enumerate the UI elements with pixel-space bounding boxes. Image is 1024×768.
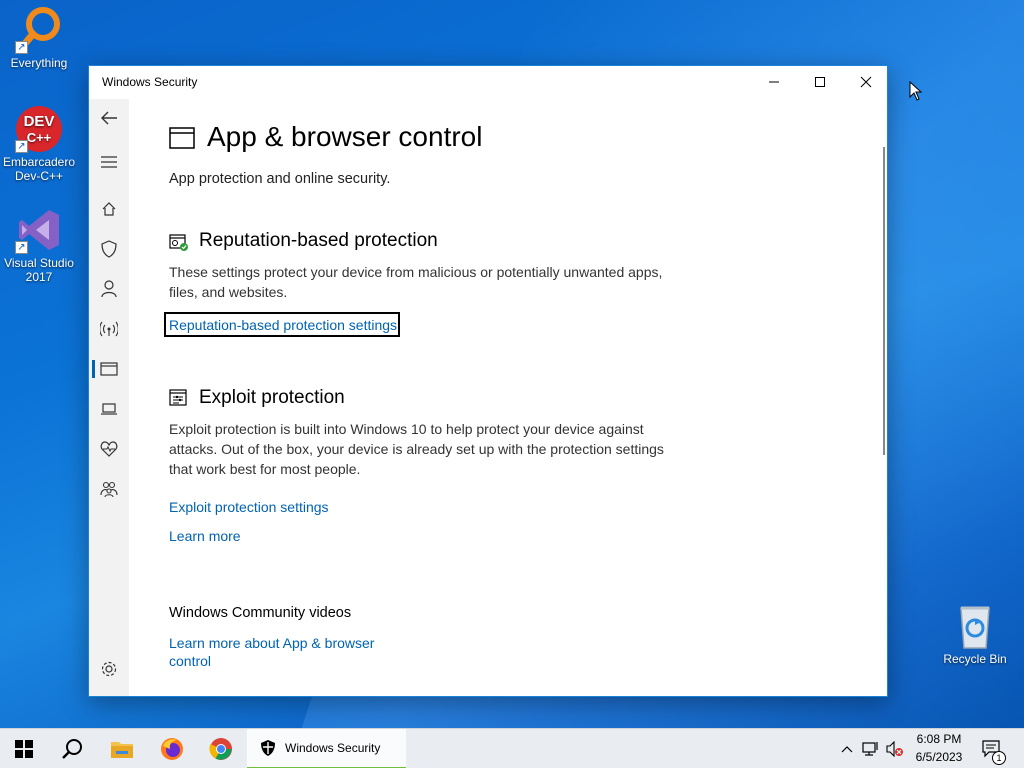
taskbar-firefox[interactable] <box>148 729 196 768</box>
page-subtitle: App protection and online security. <box>169 171 391 187</box>
firefox-icon <box>161 738 183 760</box>
everything-icon: ↗ <box>15 6 63 54</box>
close-button[interactable] <box>843 66 889 98</box>
taskbar: Windows Security 6:08 PM 6/5/2023 1 <box>0 728 1024 768</box>
windows-security-window: Windows Security App & browser control A… <box>88 65 888 697</box>
nav-family-options[interactable] <box>89 471 129 507</box>
title-bar[interactable]: Windows Security <box>89 66 887 99</box>
windows-security-shield-icon <box>261 740 275 756</box>
desktop-icon-recycle-bin[interactable]: Recycle Bin <box>936 602 1014 666</box>
taskbar-clock-date[interactable]: 6/5/2023 <box>906 750 972 764</box>
window-title: Windows Security <box>102 75 198 89</box>
search-button[interactable] <box>48 729 96 768</box>
desktop-icon-label: Embarcadero Dev-C++ <box>2 155 76 183</box>
vertical-scrollbar[interactable] <box>883 147 885 455</box>
home-icon <box>102 202 116 216</box>
app-window-icon <box>100 362 118 376</box>
maximize-button[interactable] <box>797 66 843 98</box>
notification-count-badge: 1 <box>992 751 1006 765</box>
shortcut-arrow-icon: ↗ <box>15 140 28 153</box>
nav-settings[interactable] <box>89 651 129 687</box>
volume-muted-icon <box>886 741 903 757</box>
hamburger-menu-button[interactable] <box>89 144 129 180</box>
nav-virus-protection[interactable] <box>89 231 129 267</box>
nav-device-security[interactable] <box>89 391 129 427</box>
chrome-icon <box>209 738 232 760</box>
desktop-icon-everything[interactable]: ↗ Everything <box>0 6 78 70</box>
visual-studio-icon: ↗ <box>15 206 63 254</box>
show-hidden-icons-button[interactable] <box>836 729 858 768</box>
shortcut-arrow-icon: ↗ <box>15 41 28 54</box>
desktop-icon-label: Visual Studio 2017 <box>4 256 74 284</box>
desktop-icon-visual-studio[interactable]: ↗ Visual Studio 2017 <box>0 206 78 284</box>
exploit-protection-icon <box>169 389 187 406</box>
desktop-icon-devcpp[interactable]: DEV C++ ↗ Embarcadero Dev-C++ <box>0 105 78 183</box>
volume-tray-button[interactable] <box>884 729 906 768</box>
minimize-button[interactable] <box>751 66 797 98</box>
action-center-button[interactable]: 1 <box>978 729 1006 768</box>
section-desc-exploit: Exploit protection is built into Windows… <box>169 421 664 477</box>
nav-home[interactable] <box>89 191 129 227</box>
reputation-settings-link[interactable]: Reputation-based protection settings <box>163 312 401 337</box>
nav-device-performance[interactable] <box>89 431 129 467</box>
shortcut-arrow-icon: ↗ <box>15 241 28 254</box>
reputation-protection-icon <box>169 234 188 251</box>
nav-account-protection[interactable] <box>89 271 129 307</box>
exploit-settings-link[interactable]: Exploit protection settings <box>169 499 329 515</box>
family-icon <box>100 481 118 497</box>
svg-text:DEV: DEV <box>24 113 55 130</box>
main-content: App & browser control App protection and… <box>129 99 887 696</box>
community-videos-heading: Windows Community videos <box>169 605 352 621</box>
section-title-reputation: Reputation-based protection <box>199 230 438 251</box>
maximize-icon <box>815 77 825 87</box>
network-icon <box>862 742 878 756</box>
shield-icon <box>101 240 117 258</box>
gear-icon <box>101 661 117 677</box>
heart-pulse-icon <box>100 441 118 457</box>
minimize-icon <box>769 81 779 83</box>
folder-icon <box>111 742 133 758</box>
person-icon <box>101 280 117 298</box>
nav-firewall-network[interactable] <box>89 311 129 347</box>
recycle-bin-icon <box>951 602 999 650</box>
mouse-cursor-icon <box>909 81 923 101</box>
close-icon <box>860 76 872 88</box>
desktop-icon-label: Recycle Bin <box>943 652 1007 666</box>
taskbar-windows-security[interactable]: Windows Security <box>247 729 406 768</box>
community-videos-link[interactable]: Learn more about App & browser control <box>169 634 399 670</box>
taskbar-app-label: Windows Security <box>285 741 381 755</box>
wireless-icon <box>100 321 118 337</box>
exploit-learn-more-link[interactable]: Learn more <box>169 528 241 544</box>
section-desc-reputation: These settings protect your device from … <box>169 264 663 300</box>
network-tray-button[interactable] <box>860 729 882 768</box>
back-arrow-icon <box>101 111 117 125</box>
taskbar-chrome[interactable] <box>197 729 245 768</box>
back-button[interactable] <box>89 100 129 136</box>
start-button[interactable] <box>0 729 48 768</box>
page-title: App & browser control <box>207 121 483 152</box>
navigation-rail <box>89 99 129 696</box>
search-icon <box>62 739 82 759</box>
taskbar-clock-time[interactable]: 6:08 PM <box>906 732 972 746</box>
windows-logo-icon <box>15 740 33 758</box>
chevron-up-icon <box>841 746 853 753</box>
section-title-exploit: Exploit protection <box>199 387 345 408</box>
laptop-icon <box>101 403 117 415</box>
nav-app-browser-control[interactable] <box>89 351 129 387</box>
desktop-icon-label: Everything <box>10 56 68 70</box>
hamburger-icon <box>101 156 117 168</box>
app-browser-icon <box>169 127 195 149</box>
devcpp-icon: DEV C++ ↗ <box>15 105 63 153</box>
svg-text:C++: C++ <box>27 130 52 145</box>
taskbar-file-explorer[interactable] <box>98 729 146 768</box>
